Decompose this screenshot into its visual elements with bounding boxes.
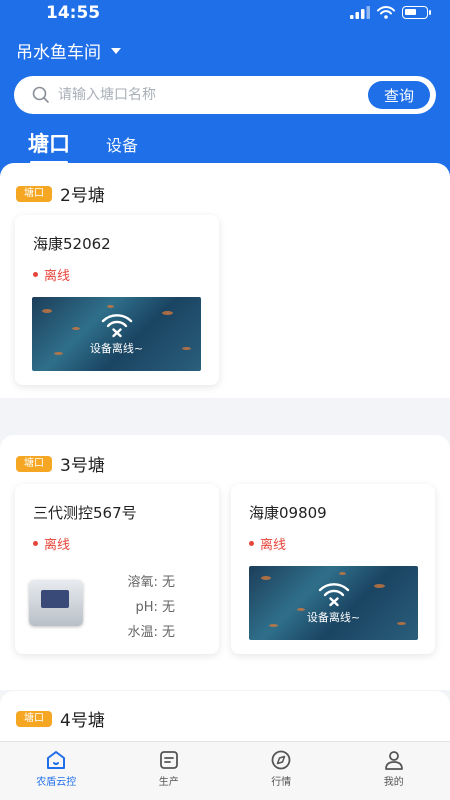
offline-dot-icon xyxy=(33,541,38,546)
metric-label: pH xyxy=(135,600,154,615)
nav-item-market[interactable]: 行情 xyxy=(225,742,338,800)
compass-icon xyxy=(271,750,291,770)
device-status-label: 离线 xyxy=(44,269,71,284)
pond-header: 塘口 2号塘 xyxy=(16,181,105,206)
offline-dot-icon xyxy=(33,272,38,277)
device-card[interactable]: 海康09809 离线 设备离线~ xyxy=(231,484,435,654)
location-label: 吊水鱼车间 xyxy=(16,43,101,63)
nav-label: 农盾云控 xyxy=(36,777,77,788)
location-selector[interactable]: 吊水鱼车间 xyxy=(16,38,121,63)
bottom-nav: 农盾云控 生产 行情 我的 xyxy=(0,741,450,800)
status-time: 14:55 xyxy=(46,3,101,23)
device-name: 三代测控567号 xyxy=(33,504,137,522)
device-status: 离线 xyxy=(249,534,286,553)
nav-item-profile[interactable]: 我的 xyxy=(338,742,450,800)
metric-value: 无 xyxy=(161,575,175,590)
wifi-off-icon xyxy=(101,314,132,338)
metric-ph: pH: 无 xyxy=(135,600,175,615)
wifi-icon xyxy=(377,6,395,19)
tab-devices[interactable]: 设备 xyxy=(106,132,138,158)
metric-value: 无 xyxy=(161,625,175,640)
battery-icon xyxy=(402,6,431,19)
metric-oxygen: 溶氧: 无 xyxy=(127,575,175,590)
nav-item-production[interactable]: 生产 xyxy=(113,742,226,800)
device-status-label: 离线 xyxy=(44,538,71,553)
nav-item-home[interactable]: 农盾云控 xyxy=(0,742,113,800)
metric-value: 无 xyxy=(161,600,175,615)
chevron-down-icon xyxy=(111,47,121,54)
status-icons xyxy=(350,6,431,19)
camera-preview[interactable]: 设备离线~ xyxy=(32,297,201,371)
device-name: 海康52062 xyxy=(33,235,111,253)
metric-label: 溶氧 xyxy=(127,575,154,590)
pond-name: 4号塘 xyxy=(60,711,105,731)
pond-section: 塘口 3号塘 三代测控567号 离线 溶氧: 无 pH: 无 水温: 无 海康0… xyxy=(0,435,450,690)
pond-tag: 塘口 xyxy=(16,710,52,727)
camera-offline-text: 设备离线~ xyxy=(306,611,361,624)
home-icon xyxy=(47,751,66,769)
search-bar: 查询 xyxy=(14,76,436,114)
search-input[interactable] xyxy=(58,82,368,108)
sensor-device-image xyxy=(29,580,83,626)
device-name: 海康09809 xyxy=(249,504,327,522)
metric-label: 水温 xyxy=(127,625,154,640)
user-icon xyxy=(384,751,403,770)
metric-water-temp: 水温: 无 xyxy=(127,625,175,640)
device-status-label: 离线 xyxy=(260,538,287,553)
battery-level xyxy=(405,9,417,15)
camera-offline-overlay: 设备离线~ xyxy=(32,297,201,371)
tab-ponds[interactable]: 塘口 xyxy=(28,128,70,164)
sensor-metrics: 溶氧: 无 pH: 无 水温: 无 xyxy=(127,570,175,645)
pond-tag: 塘口 xyxy=(16,455,52,472)
nav-label: 我的 xyxy=(383,777,404,788)
camera-offline-overlay: 设备离线~ xyxy=(249,566,418,640)
nav-label: 行情 xyxy=(271,777,292,788)
wifi-off-icon xyxy=(318,583,349,607)
search-icon xyxy=(32,86,49,103)
clipboard-icon xyxy=(159,751,178,769)
device-status: 离线 xyxy=(33,265,70,284)
pond-name: 3号塘 xyxy=(60,456,105,476)
offline-dot-icon xyxy=(249,541,254,546)
status-bar: 14:55 xyxy=(0,0,450,28)
signal-icon xyxy=(350,6,370,19)
nav-label: 生产 xyxy=(158,777,179,788)
pond-tag: 塘口 xyxy=(16,185,52,202)
device-card[interactable]: 三代测控567号 离线 溶氧: 无 pH: 无 水温: 无 xyxy=(15,484,219,654)
pond-header: 塘口 3号塘 xyxy=(16,451,105,476)
search-button[interactable]: 查询 xyxy=(368,81,430,109)
pond-header: 塘口 4号塘 xyxy=(16,706,105,731)
pond-name: 2号塘 xyxy=(60,186,105,206)
pond-section: 塘口 2号塘 海康52062 离线 设备离线~ xyxy=(0,163,450,398)
tab-bar: 塘口 设备 xyxy=(28,128,138,164)
device-card[interactable]: 海康52062 离线 设备离线~ xyxy=(15,215,219,385)
camera-preview[interactable]: 设备离线~ xyxy=(249,566,418,640)
device-screen xyxy=(41,590,69,608)
camera-offline-text: 设备离线~ xyxy=(89,342,144,355)
device-status: 离线 xyxy=(33,534,70,553)
